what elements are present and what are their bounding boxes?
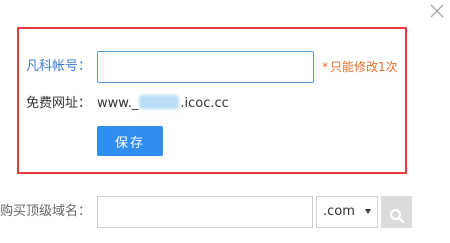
modify-once-hint: * 只能修改1次 [322, 59, 398, 75]
url-prefix: www. [97, 96, 132, 111]
domain-input[interactable] [97, 196, 313, 228]
free-url-value: www._ .icoc.cc [97, 95, 229, 113]
account-input[interactable] [97, 51, 314, 83]
domain-search-button[interactable] [381, 196, 412, 228]
search-icon [389, 209, 404, 224]
required-star: * [322, 60, 328, 74]
redacted-blur [139, 95, 180, 109]
account-label: 凡科帐号： [26, 59, 92, 74]
close-icon[interactable] [428, 2, 446, 20]
save-button[interactable]: 保存 [97, 126, 163, 156]
buy-domain-label: 购买顶级域名： [0, 204, 92, 219]
url-masked-part: _ [131, 96, 139, 111]
tld-select[interactable]: .com [316, 196, 378, 228]
hint-text: 只能修改1次 [330, 60, 398, 74]
caret-down-icon [365, 209, 371, 214]
url-suffix: .icoc.cc [180, 96, 229, 111]
tld-selected-value: .com [323, 204, 355, 219]
free-url-label: 免费网址： [26, 96, 92, 111]
